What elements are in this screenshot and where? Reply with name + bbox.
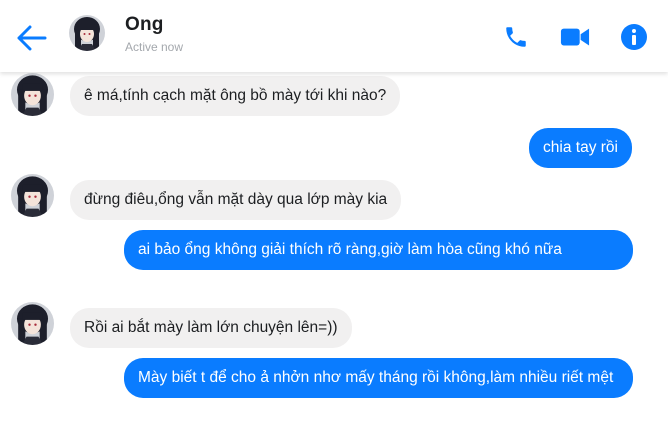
sender-avatar[interactable] bbox=[11, 73, 54, 116]
video-camera-icon[interactable] bbox=[560, 22, 590, 52]
contact-avatar[interactable] bbox=[69, 15, 105, 51]
sender-avatar[interactable] bbox=[11, 302, 54, 345]
message-bubble-incoming[interactable]: ê má,tính cạch mặt ông bồ mày tới khi nà… bbox=[70, 76, 401, 116]
info-icon[interactable] bbox=[619, 22, 649, 52]
message-bubble-incoming[interactable]: Rồi ai bắt mày làm lớn chuyện lên=)) bbox=[70, 308, 352, 348]
contact-name[interactable]: Ong bbox=[125, 14, 164, 36]
phone-icon[interactable] bbox=[501, 22, 531, 52]
chat-window: Ong Active now ê má,tính cạch mặt ông bồ… bbox=[0, 0, 668, 431]
message-bubble-outgoing[interactable]: Mày biết t để cho ả nhởn nhơ mấy tháng r… bbox=[124, 358, 633, 398]
chat-header: Ong Active now bbox=[0, 0, 668, 72]
message-bubble-incoming[interactable]: đừng điêu,ổng vẫn mặt dày qua lớp mày ki… bbox=[70, 180, 402, 220]
back-arrow-icon[interactable] bbox=[14, 20, 50, 56]
active-status: Active now bbox=[125, 40, 184, 54]
sender-avatar[interactable] bbox=[11, 174, 54, 217]
message-bubble-outgoing[interactable]: ai bảo ổng không giải thích rõ ràng,giờ … bbox=[124, 230, 633, 270]
message-bubble-outgoing[interactable]: chia tay rồi bbox=[529, 128, 632, 168]
